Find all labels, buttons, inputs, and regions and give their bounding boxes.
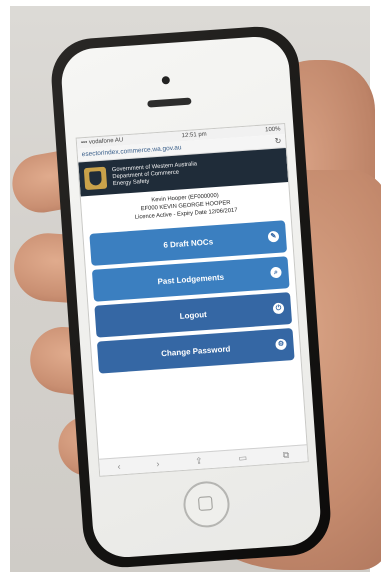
phone-face: ••• vodafone AU 12:51 pm 100% esectorind…: [59, 34, 323, 560]
reload-icon[interactable]: ↻: [274, 136, 281, 145]
logout-icon: ⏻: [272, 302, 285, 315]
tabs-icon[interactable]: ⧉: [282, 449, 289, 460]
wa-crest-logo: [83, 166, 108, 191]
bookmarks-icon[interactable]: ▭: [238, 452, 247, 464]
phone-screen: ••• vodafone AU 12:51 pm 100% esectorind…: [75, 123, 309, 477]
forward-icon[interactable]: ›: [156, 459, 160, 469]
past-lodgements-label: Past Lodgements: [157, 272, 225, 286]
home-button[interactable]: [181, 479, 232, 529]
draft-nocs-label: 6 Draft NOCs: [163, 236, 214, 250]
browser-toolbar: ‹ › ⇪ ▭ ⧉: [99, 444, 308, 476]
change-password-label: Change Password: [160, 343, 231, 358]
front-camera: [161, 75, 171, 85]
government-title: Government of Western Australia Departme…: [112, 161, 199, 188]
back-icon[interactable]: ‹: [117, 461, 121, 471]
earpiece-speaker: [147, 97, 192, 108]
search-icon: ⌕: [270, 266, 282, 279]
photo: ••• vodafone AU 12:51 pm 100% esectorind…: [0, 0, 381, 577]
share-icon[interactable]: ⇪: [195, 455, 203, 466]
pencil-icon: ✎: [267, 230, 280, 243]
battery-text: 100%: [264, 126, 281, 134]
logout-label: Logout: [179, 309, 208, 321]
smartphone: ••• vodafone AU 12:51 pm 100% esectorind…: [48, 23, 334, 571]
gear-icon: ⚙: [275, 338, 287, 351]
clock-text: 12:51 pm: [181, 131, 207, 140]
